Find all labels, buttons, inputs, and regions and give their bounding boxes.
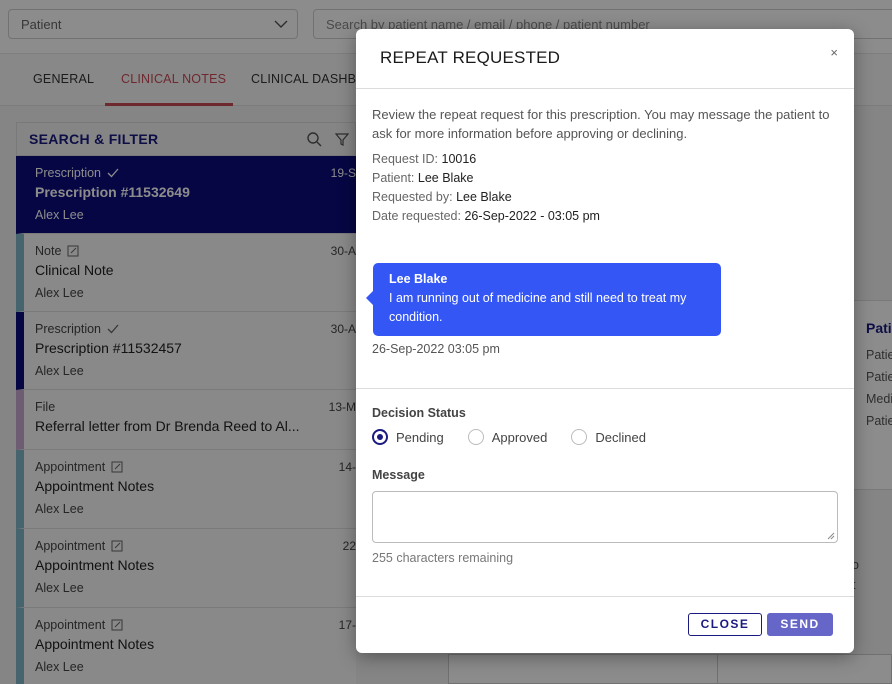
decision-status-group: Pending Approved Declined bbox=[372, 429, 670, 445]
message-label: Message bbox=[372, 468, 425, 482]
meta-label: Request ID: bbox=[372, 152, 439, 166]
radio-pending[interactable]: Pending bbox=[372, 429, 444, 445]
request-id-value: 10016 bbox=[441, 152, 477, 166]
message-text: I am running out of medicine and still n… bbox=[389, 291, 687, 324]
modal-header: REPEAT REQUESTED × bbox=[356, 29, 854, 89]
meta-label: Patient: bbox=[372, 171, 415, 185]
patient-row: Patient: Lee Blake bbox=[372, 171, 473, 185]
patient-message-bubble: Lee Blake I am running out of medicine a… bbox=[366, 263, 721, 336]
repeat-requested-modal: REPEAT REQUESTED × Review the repeat req… bbox=[356, 29, 854, 653]
send-button[interactable]: SEND bbox=[767, 613, 833, 636]
modal-title: REPEAT REQUESTED bbox=[380, 48, 561, 67]
radio-circle[interactable] bbox=[372, 429, 388, 445]
request-id-row: Request ID: 10016 bbox=[372, 152, 476, 166]
radio-circle[interactable] bbox=[467, 429, 484, 445]
message-timestamp: 26-Sep-2022 03:05 pm bbox=[372, 342, 500, 356]
meta-label: Date requested: bbox=[372, 209, 461, 223]
decision-status-label: Decision Status bbox=[372, 406, 466, 420]
date-requested-value: 26-Sep-2022 - 03:05 pm bbox=[464, 209, 600, 223]
radio-circle[interactable] bbox=[571, 429, 588, 445]
footer-divider bbox=[356, 596, 854, 597]
patient-value: Lee Blake bbox=[417, 171, 474, 185]
radio-approved[interactable]: Approved bbox=[467, 429, 548, 445]
close-button[interactable]: CLOSE bbox=[688, 613, 762, 636]
resize-grip-icon[interactable] bbox=[827, 532, 835, 540]
modal-intro-text: Review the repeat request for this presc… bbox=[372, 107, 830, 141]
radio-declined[interactable]: Declined bbox=[571, 429, 646, 445]
message-sender: Lee Blake bbox=[389, 272, 448, 286]
date-requested-row: Date requested: 26-Sep-2022 - 03:05 pm bbox=[372, 209, 600, 223]
message-textarea[interactable] bbox=[372, 491, 838, 543]
close-icon[interactable]: × bbox=[830, 45, 838, 60]
radio-label: Declined bbox=[595, 429, 646, 445]
radio-label: Approved bbox=[491, 429, 548, 445]
meta-label: Requested by: bbox=[372, 190, 453, 204]
section-divider bbox=[356, 388, 854, 389]
requested-by-value: Lee Blake bbox=[456, 190, 512, 204]
radio-label: Pending bbox=[396, 429, 444, 445]
requested-by-row: Requested by: Lee Blake bbox=[372, 190, 512, 204]
characters-remaining: 255 characters remaining bbox=[372, 551, 514, 565]
